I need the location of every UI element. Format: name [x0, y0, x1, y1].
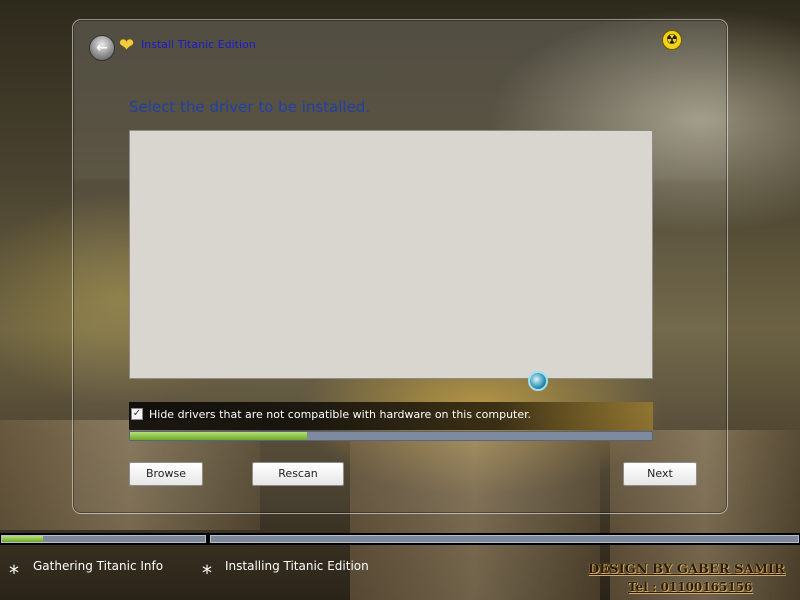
step1-progress-bar — [1, 535, 206, 543]
hide-incompatible-checkbox[interactable]: ✓ — [131, 408, 143, 420]
back-arrow-icon[interactable]: ← — [89, 35, 115, 61]
hide-incompatible-label[interactable]: Hide drivers that are not compatible wit… — [149, 408, 531, 421]
radiation-icon: ☢ — [662, 30, 682, 50]
page-heading: Select the driver to be installed. — [129, 98, 371, 116]
step-label: Gathering Titanic Info — [33, 559, 164, 573]
driver-list[interactable] — [129, 130, 653, 379]
step-label: Installing Titanic Edition — [225, 559, 369, 573]
window-title: Install Titanic Edition — [141, 38, 256, 51]
design-credit: DESIGN BY GABER SAMIR — [588, 562, 785, 577]
step-bullet-icon: * — [9, 561, 19, 585]
loading-spinner-icon — [528, 371, 548, 391]
heart-icon: ❤ — [119, 35, 135, 56]
progress-fill — [130, 432, 308, 440]
installer-window: ← ❤ Install Titanic Edition ☢ Select the… — [72, 19, 728, 514]
step1-progress-fill — [2, 536, 43, 542]
next-button[interactable]: Next — [623, 462, 697, 486]
step2-progress-bar — [210, 535, 799, 543]
rescan-button[interactable]: Rescan — [252, 462, 344, 486]
browse-button[interactable]: Browse — [129, 462, 203, 486]
driver-search-progress-bar — [129, 431, 653, 441]
hide-incompatible-row[interactable]: ✓ Hide drivers that are not compatible w… — [129, 402, 653, 430]
step-bullet-icon: * — [202, 561, 212, 585]
phone-credit: Tel : 01100165156 — [628, 580, 753, 594]
